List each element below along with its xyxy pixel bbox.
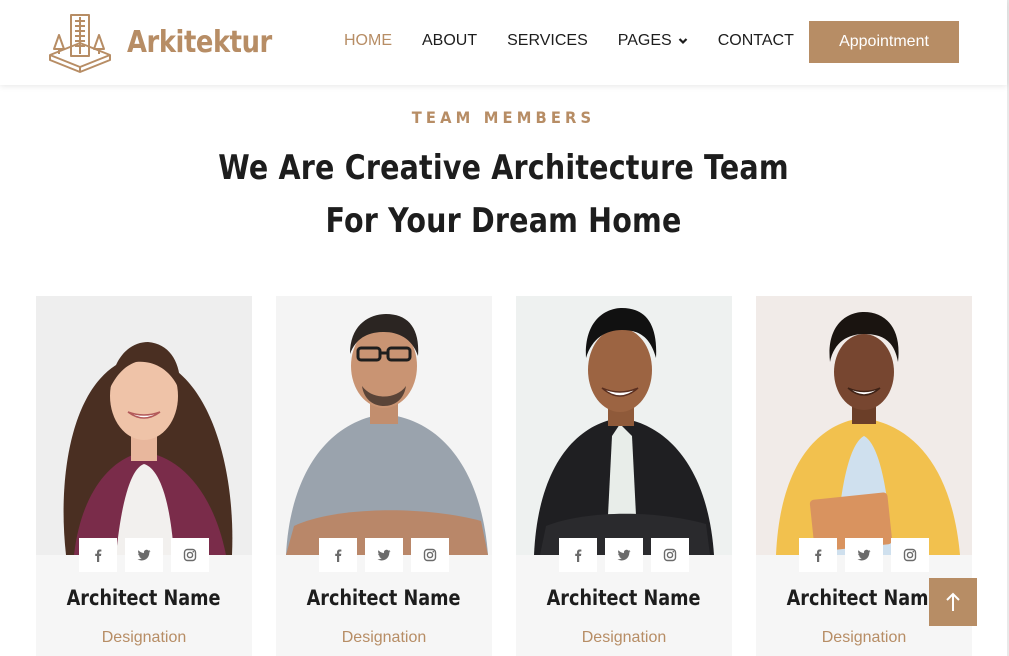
facebook-link[interactable]	[319, 538, 357, 572]
facebook-icon	[335, 549, 342, 562]
nav-about[interactable]: ABOUT	[422, 31, 477, 51]
twitter-link[interactable]	[365, 538, 403, 572]
team-member-photo	[36, 296, 252, 555]
section-title-line-2: For Your Dream Home	[325, 201, 682, 241]
facebook-icon	[575, 549, 582, 562]
brand-name: Arkitektur	[127, 24, 272, 60]
team-card: Architect Name Designation	[516, 296, 732, 656]
member-name: Architect Name	[67, 586, 221, 610]
team-member-photo	[516, 296, 732, 555]
instagram-icon	[183, 548, 197, 562]
back-to-top-button[interactable]	[929, 578, 977, 626]
twitter-link[interactable]	[845, 538, 883, 572]
navbar: Arkitektur HOME ABOUT SERVICES PAGES CON…	[0, 0, 1007, 85]
team-member-photo	[276, 296, 492, 555]
brand[interactable]: Arkitektur	[47, 11, 295, 73]
facebook-icon	[95, 549, 102, 562]
appointment-button[interactable]: Appointment	[809, 21, 959, 63]
twitter-icon	[377, 549, 391, 561]
member-designation: Designation	[341, 629, 427, 646]
twitter-icon	[857, 549, 871, 561]
social-links	[559, 538, 689, 572]
instagram-link[interactable]	[171, 538, 209, 572]
instagram-link[interactable]	[891, 538, 929, 572]
section-eyebrow: TEAM MEMBERS	[411, 108, 596, 127]
social-links	[319, 538, 449, 572]
team-card: Architect Name Designation	[276, 296, 492, 656]
twitter-icon	[617, 549, 631, 561]
team-card: Architect Name Designation	[36, 296, 252, 656]
main-nav: HOME ABOUT SERVICES PAGES CONTACT	[344, 31, 824, 51]
arrow-up-icon	[946, 592, 960, 611]
instagram-link[interactable]	[411, 538, 449, 572]
facebook-link[interactable]	[79, 538, 117, 572]
nav-services[interactable]: SERVICES	[507, 31, 588, 51]
member-name: Architect Name	[547, 586, 701, 610]
chevron-down-icon	[678, 38, 687, 45]
twitter-icon	[137, 549, 151, 561]
facebook-icon	[815, 549, 822, 562]
instagram-link[interactable]	[651, 538, 689, 572]
section-title: We Are Creative Architecture Team For Yo…	[0, 142, 1007, 248]
social-links	[799, 538, 929, 572]
nav-pages-label: PAGES	[617, 32, 672, 49]
instagram-icon	[903, 548, 917, 562]
member-designation: Designation	[101, 629, 187, 646]
section-title-line-1: We Are Creative Architecture Team	[218, 148, 789, 188]
member-designation: Designation	[581, 629, 667, 646]
twitter-link[interactable]	[605, 538, 643, 572]
twitter-link[interactable]	[125, 538, 163, 572]
member-name: Architect Name	[307, 586, 461, 610]
nav-home[interactable]: HOME	[344, 31, 392, 51]
facebook-link[interactable]	[559, 538, 597, 572]
member-designation: Designation	[821, 629, 907, 646]
social-links	[79, 538, 209, 572]
building-logo-icon	[49, 14, 111, 73]
team-member-photo	[756, 296, 972, 555]
instagram-icon	[423, 548, 437, 562]
nav-contact[interactable]: CONTACT	[718, 31, 794, 51]
instagram-icon	[663, 548, 677, 562]
facebook-link[interactable]	[799, 538, 837, 572]
nav-pages[interactable]: PAGES	[618, 31, 688, 51]
